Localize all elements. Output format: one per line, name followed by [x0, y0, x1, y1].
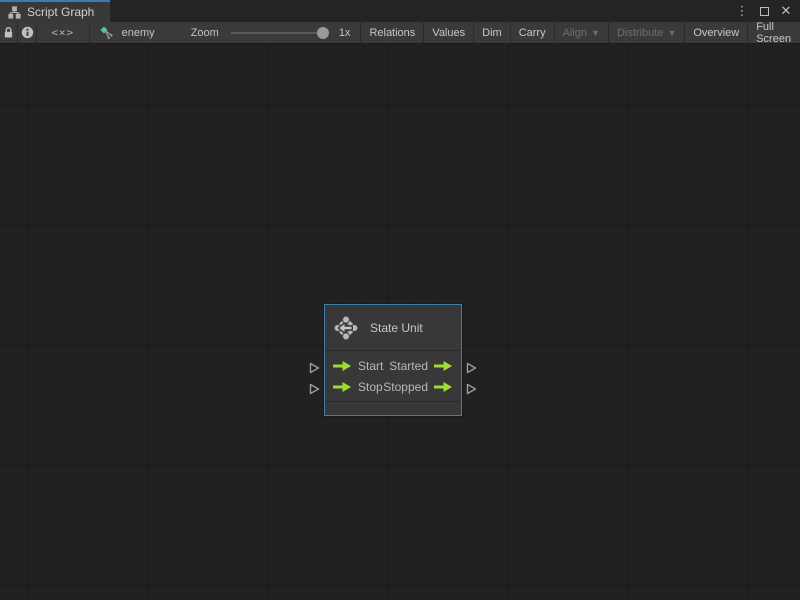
window-menu-icon[interactable]: ⋮: [734, 3, 750, 19]
flow-arrow-icon: [333, 360, 352, 371]
input-port-start[interactable]: Start: [333, 359, 383, 373]
state-unit-body: Start Started Stop Stopped: [325, 351, 461, 401]
lock-button[interactable]: [0, 22, 19, 43]
inspect-button[interactable]: [18, 22, 37, 43]
port-row: Start Started: [325, 355, 461, 376]
window-controls: ⋮ ✕: [734, 0, 800, 22]
chevron-down-icon: ▼: [667, 27, 677, 38]
graph-canvas[interactable]: State Unit Start Started Stop Stopped: [0, 44, 800, 600]
state-unit-header[interactable]: State Unit: [325, 305, 461, 351]
fullscreen-button[interactable]: Full Screen: [748, 20, 800, 45]
align-dropdown: Align ▼: [555, 22, 609, 43]
maximize-icon[interactable]: [756, 3, 772, 19]
overview-button[interactable]: Overview: [685, 22, 749, 43]
port-row: Stop Stopped: [325, 376, 461, 397]
state-unit-footer: [325, 401, 461, 412]
dim-label: Dim: [482, 26, 502, 39]
port-label: Started: [389, 358, 428, 373]
output-port-started[interactable]: Started: [389, 359, 453, 373]
distribute-dropdown: Distribute ▼: [609, 22, 686, 43]
state-unit-node[interactable]: State Unit Start Started Stop Stopped: [324, 304, 462, 416]
zoom-slider-handle[interactable]: [316, 26, 329, 39]
carry-button[interactable]: Carry: [511, 22, 555, 43]
preview-code-button[interactable]: <×>: [37, 22, 90, 43]
values-label: Values: [432, 26, 466, 39]
tab-script-graph[interactable]: Script Graph: [0, 0, 110, 22]
flow-arrow-icon: [434, 360, 453, 371]
graph-output-port-stopped[interactable]: [465, 382, 478, 396]
overview-label: Overview: [693, 26, 740, 39]
graph-input-port-start[interactable]: [308, 361, 321, 375]
graph-toolbar: <×> enemy Zoom 1x Relations Values Dim C…: [0, 20, 800, 45]
code-icon: <×>: [51, 26, 75, 39]
graph-input-port-stop[interactable]: [308, 382, 321, 396]
info-icon: [21, 26, 33, 39]
node-title: State Unit: [370, 320, 423, 335]
flow-arrow-icon: [434, 381, 453, 392]
close-icon[interactable]: ✕: [778, 3, 794, 19]
port-label: Stopped: [383, 379, 428, 394]
zoom-slider[interactable]: [230, 26, 329, 39]
carry-label: Carry: [518, 26, 546, 39]
relations-button[interactable]: Relations: [361, 22, 425, 43]
port-label: Stop: [358, 379, 383, 394]
graph-name: enemy: [121, 26, 155, 39]
zoom-value: 1x: [338, 26, 351, 39]
tab-strip-empty: [110, 0, 734, 22]
tab-title: Script Graph: [27, 5, 95, 19]
relations-label: Relations: [369, 26, 416, 39]
output-port-stopped[interactable]: Stopped: [383, 380, 453, 394]
lock-icon: [5, 27, 13, 38]
fullscreen-label: Full Screen: [756, 20, 792, 45]
state-unit-icon: [333, 315, 359, 340]
distribute-label: Distribute: [616, 26, 664, 39]
zoom-label: Zoom: [190, 26, 219, 39]
chevron-down-icon: ▼: [591, 27, 600, 38]
flow-arrow-icon: [333, 381, 352, 392]
tab-bar: Script Graph ⋮ ✕: [0, 0, 800, 22]
graph-output-port-started[interactable]: [465, 361, 478, 375]
input-port-stop[interactable]: Stop: [333, 380, 383, 394]
dim-button[interactable]: Dim: [474, 22, 511, 43]
graph-context: enemy Zoom 1x: [90, 22, 362, 43]
values-button[interactable]: Values: [424, 22, 475, 43]
graph-asset-icon: [100, 26, 113, 39]
graph-tab-icon: [8, 5, 21, 19]
align-label: Align: [562, 26, 588, 39]
port-label: Start: [358, 358, 384, 373]
